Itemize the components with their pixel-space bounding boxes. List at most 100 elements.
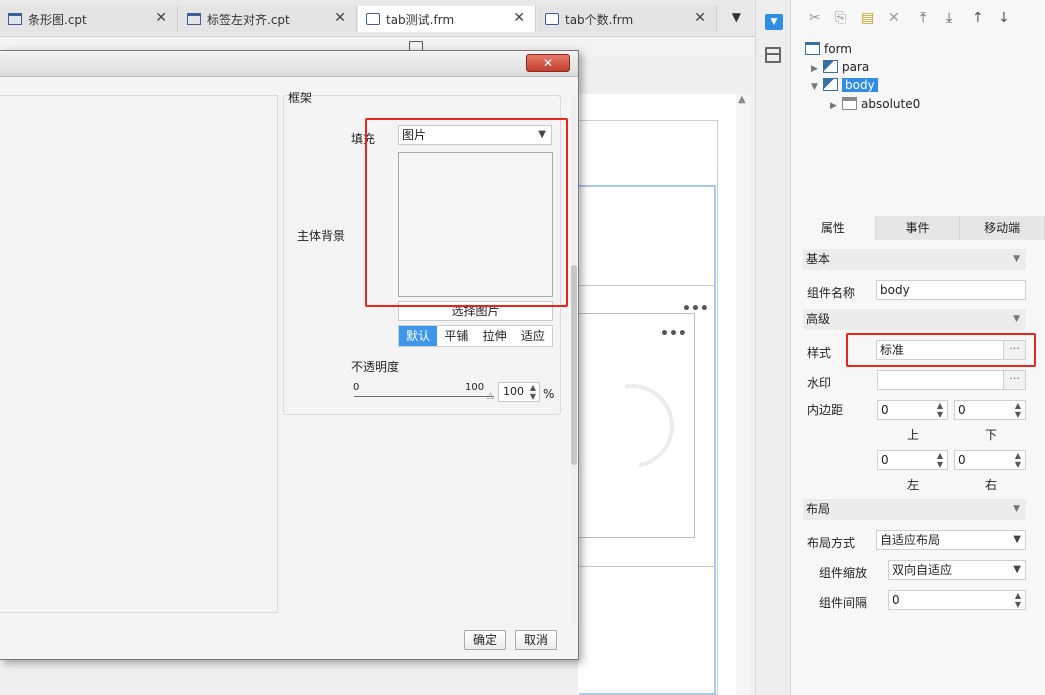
mode-tile[interactable]: 平铺 <box>437 326 475 346</box>
watermark-label: 水印 <box>807 376 832 390</box>
move-down-icon[interactable]: ↓ <box>998 10 1010 26</box>
scrollbar-thumb[interactable] <box>571 265 577 465</box>
form-icon <box>366 13 380 25</box>
opacity-input[interactable]: 100 ▲ ▼ <box>498 382 540 402</box>
percent-unit: % <box>543 387 555 401</box>
style-highlight-box <box>846 333 1036 367</box>
stepper-icon[interactable]: ▲ ▼ <box>1011 591 1025 609</box>
tab-label: 条形图.cpt <box>28 12 87 27</box>
layout-mode-label: 布局方式 <box>807 536 856 550</box>
tab-properties[interactable]: 属性 <box>791 216 876 240</box>
panel-node-icon <box>823 60 838 73</box>
right-caption: 右 <box>985 478 998 492</box>
padding-bottom-input[interactable]: 0 ▲ ▼ <box>954 400 1026 420</box>
divider <box>579 285 716 286</box>
layout-mode-select[interactable]: 自适应布局 ▼ <box>876 530 1026 550</box>
scale-select[interactable]: 双向自适应 ▼ <box>888 560 1026 580</box>
dialog-scrollbar[interactable] <box>571 95 577 625</box>
delete-icon[interactable]: ✕ <box>888 10 900 26</box>
mode-stretch[interactable]: 拉伸 <box>476 326 514 346</box>
stepper-icon[interactable]: ▲ ▼ <box>1011 451 1025 469</box>
body-background-label: 主体背景 <box>297 229 346 243</box>
tab-label: tab个数.frm <box>565 12 634 27</box>
scroll-up-icon[interactable]: ▲ <box>738 94 746 105</box>
canvas-scrollbar[interactable]: ▲ <box>736 94 750 695</box>
slider-max-label: 100 <box>465 382 485 393</box>
stepper-icon[interactable]: ▲ ▼ <box>527 383 539 401</box>
slider-thumb-icon[interactable]: △ <box>487 391 494 401</box>
mode-fit[interactable]: 适应 <box>514 326 552 346</box>
dialog-close-button[interactable]: ✕ <box>526 54 570 72</box>
layout-section-header[interactable]: 布局 ▼ <box>803 499 1026 520</box>
chevron-down-icon: ▼ <box>1013 254 1020 264</box>
stepper-icon[interactable]: ▲ ▼ <box>933 401 947 419</box>
chevron-down-icon: ▼ <box>1013 564 1021 575</box>
move-up-icon[interactable]: ↑ <box>972 10 984 26</box>
form-icon <box>545 13 559 25</box>
stepper-icon[interactable]: ▲ ▼ <box>1011 401 1025 419</box>
tree-node-para[interactable]: ▶ para <box>811 58 869 76</box>
tab-tab-test-frm[interactable]: tab测试.frm ✕ <box>358 6 536 32</box>
frame-group-title: 框架 <box>288 91 313 105</box>
cancel-button[interactable]: 取消 <box>515 630 557 650</box>
move-top-icon[interactable]: ⤒ <box>920 10 926 26</box>
advanced-section-header[interactable]: 高级 ▼ <box>803 309 1026 330</box>
top-caption: 上 <box>907 428 920 442</box>
close-icon[interactable]: ✕ <box>694 10 706 26</box>
watermark-field[interactable]: ··· <box>877 370 1026 390</box>
close-icon[interactable]: ✕ <box>155 10 167 26</box>
padding-top-input[interactable]: 0 ▲ ▼ <box>877 400 948 420</box>
paste-icon[interactable]: ▤ <box>861 10 874 26</box>
tree-node-body[interactable]: ▼ body <box>811 76 878 94</box>
tab-label: 标签左对齐.cpt <box>207 12 290 27</box>
padding-left-input[interactable]: 0 ▲ ▼ <box>877 450 948 470</box>
tab-events[interactable]: 事件 <box>876 216 961 240</box>
tree-node-absolute0[interactable]: ▶ absolute0 <box>830 95 920 113</box>
layout-panel-icon[interactable] <box>765 47 781 63</box>
mode-default[interactable]: 默认 <box>399 326 438 346</box>
bottom-caption: 下 <box>985 428 998 442</box>
expand-icon[interactable]: ▶ <box>830 97 842 115</box>
gap-input[interactable]: 0 ▲ ▼ <box>888 590 1026 610</box>
gap-label: 组件间隔 <box>819 596 868 610</box>
tree-node-form[interactable]: form <box>805 40 852 58</box>
component-name-label: 组件名称 <box>807 286 856 300</box>
watermark-edit-button[interactable]: ··· <box>1003 371 1025 389</box>
form-node-icon <box>805 42 820 55</box>
report-icon <box>187 13 201 25</box>
move-bottom-icon[interactable]: ⤓ <box>946 10 952 26</box>
dialog-left-pane <box>0 95 278 613</box>
more-options-icon[interactable]: ••• <box>682 301 709 317</box>
collapse-icon[interactable]: ▼ <box>811 78 823 96</box>
side-strip: ▼ <box>755 0 791 695</box>
component-panel-icon[interactable]: ▼ <box>765 14 783 30</box>
tab-label-align-cpt[interactable]: 标签左对齐.cpt ✕ <box>179 6 357 32</box>
close-icon[interactable]: ✕ <box>513 10 525 26</box>
tab-bar-chart-cpt[interactable]: 条形图.cpt ✕ <box>0 6 178 32</box>
padding-right-input[interactable]: 0 ▲ ▼ <box>954 450 1026 470</box>
basic-section-header[interactable]: 基本 ▼ <box>803 249 1026 270</box>
slider-min-label: 0 <box>353 382 360 393</box>
ok-button[interactable]: 确定 <box>464 630 506 650</box>
tab-mobile[interactable]: 移动端 <box>960 216 1045 240</box>
style-label: 样式 <box>807 346 832 360</box>
stepper-icon[interactable]: ▲ ▼ <box>933 451 947 469</box>
chevron-down-icon: ▼ <box>1013 534 1021 545</box>
absolute-layout-icon <box>842 97 857 110</box>
opacity-slider[interactable] <box>354 396 494 397</box>
left-caption: 左 <box>907 478 920 492</box>
property-tabs: 属性 事件 移动端 <box>791 216 1045 240</box>
more-options-icon[interactable]: ••• <box>660 326 687 342</box>
tab-tab-count-frm[interactable]: tab个数.frm ✕ <box>537 6 717 32</box>
chevron-down-icon: ▼ <box>1013 314 1020 324</box>
dialog-title-bar[interactable] <box>0 51 578 77</box>
cut-icon[interactable]: ✂ <box>809 10 821 26</box>
tree-toolbar: ✂ ⎘ ▤ ✕ ⤒ ⤓ ↑ ↓ <box>791 8 1045 30</box>
image-mode-segmented: 默认 平铺 拉伸 适应 <box>398 325 553 347</box>
fill-highlight-box <box>365 118 568 307</box>
close-icon[interactable]: ✕ <box>334 10 346 26</box>
padding-label: 内边距 <box>807 403 844 417</box>
copy-icon[interactable]: ⎘ <box>835 10 846 26</box>
tab-list-dropdown-icon[interactable]: ▼ <box>732 10 741 24</box>
component-name-input[interactable]: body <box>876 280 1026 300</box>
